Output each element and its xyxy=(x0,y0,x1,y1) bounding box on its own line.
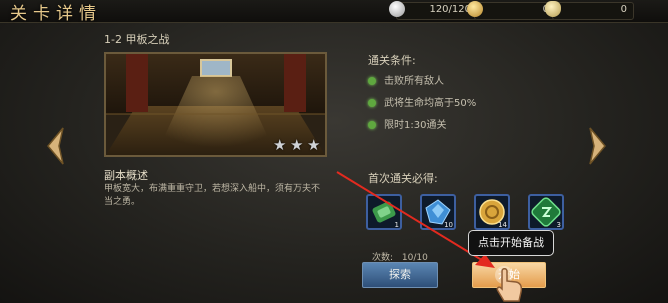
tutorial-arrow-icon xyxy=(336,171,495,268)
tutorial-tooltip: 点击开始备战 xyxy=(468,230,554,256)
resource-stamina: 120/120 xyxy=(389,1,478,20)
pointing-hand-icon xyxy=(495,266,523,302)
condition-item: 限时1:30通关 xyxy=(368,116,446,131)
stage-name: 1-2 甲板之战 xyxy=(104,33,170,46)
overview-text: 甲板宽大，布满重重守卫，若想深入船中，须有万夫不当之勇。 xyxy=(104,184,321,207)
stamina-icon xyxy=(389,1,405,17)
condition-text: 武将生命均高于50% xyxy=(384,98,477,109)
next-stage-arrow-icon[interactable] xyxy=(586,126,608,166)
condition-item: 击败所有敌人 xyxy=(368,72,444,87)
star-icon: ★ xyxy=(290,136,304,154)
reward-item[interactable]: 3 xyxy=(528,194,564,230)
resource-ingot: 0 xyxy=(545,1,634,20)
condition-item: 武将生命均高于50% xyxy=(368,94,476,109)
prev-stage-arrow-icon[interactable] xyxy=(45,126,67,166)
resource-ingot-value: 0 xyxy=(620,4,627,15)
resource-stamina-value: 120/120 xyxy=(429,4,471,15)
resource-gold: 0 xyxy=(467,1,556,20)
check-dot-icon xyxy=(368,121,376,129)
stage-preview-image: ★ ★ ★ xyxy=(104,52,327,157)
star-icon: ★ xyxy=(307,136,321,154)
condition-text: 限时1:30通关 xyxy=(384,120,447,131)
page-title: 关卡详情 xyxy=(10,4,102,24)
check-dot-icon xyxy=(368,77,376,85)
ingot-icon xyxy=(545,1,561,17)
gold-coin-icon xyxy=(467,1,483,17)
conditions-title: 通关条件: xyxy=(368,54,416,67)
reward-count: 3 xyxy=(556,221,561,229)
check-dot-icon xyxy=(368,99,376,107)
star-icon: ★ xyxy=(273,136,287,154)
condition-text: 击败所有敌人 xyxy=(384,76,444,87)
overview-title: 副本概述 xyxy=(104,169,148,182)
